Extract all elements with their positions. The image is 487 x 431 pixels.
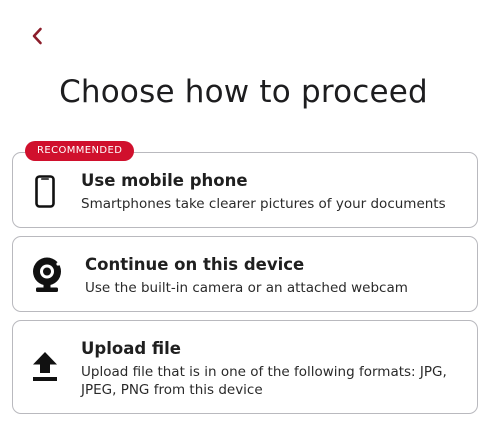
recommended-badge: RECOMMENDED <box>25 141 135 161</box>
upload-icon <box>30 350 60 384</box>
option-title: Use mobile phone <box>81 171 248 190</box>
option-title: Continue on this device <box>85 255 305 274</box>
chevron-left-icon <box>32 27 42 45</box>
mobile-phone-icon <box>33 173 57 209</box>
option-this-device[interactable]: Continue on this device Use the built-in… <box>12 236 478 312</box>
back-button[interactable] <box>26 24 48 48</box>
option-description: Upload file that is in one of the follow… <box>81 364 447 398</box>
option-title: Upload file <box>81 339 181 358</box>
option-upload-file[interactable]: Upload file Upload file that is in one o… <box>12 320 478 414</box>
webcam-icon <box>27 255 67 295</box>
page-title: Choose how to proceed <box>59 74 428 110</box>
option-mobile-phone[interactable]: Use mobile phone Smartphones take cleare… <box>12 152 478 228</box>
option-description: Use the built-in camera or an attached w… <box>85 280 408 296</box>
option-description: Smartphones take clearer pictures of you… <box>81 196 446 212</box>
